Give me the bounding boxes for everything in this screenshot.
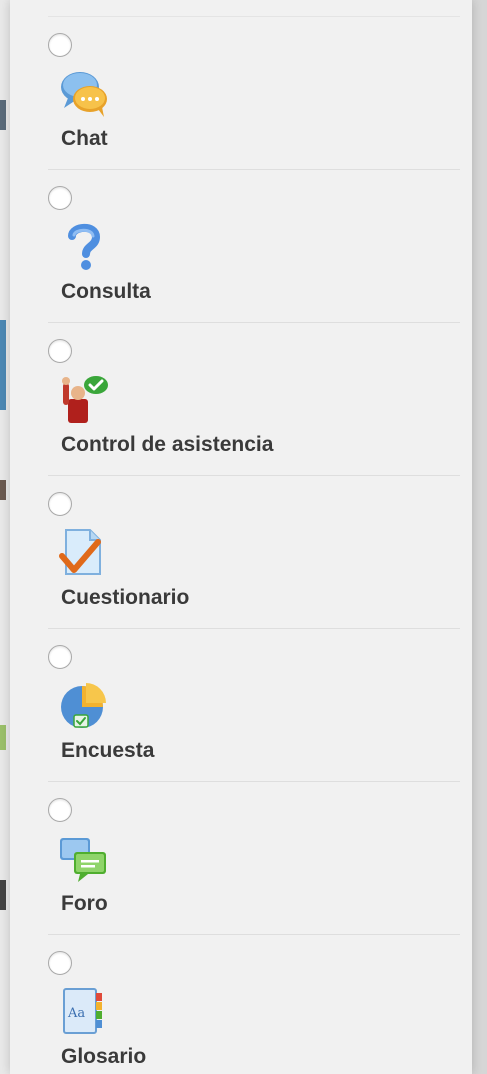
- chat-icon: [58, 67, 110, 119]
- background-fragment: [0, 100, 6, 130]
- activity-label: Foro: [61, 892, 108, 915]
- background-fragment: [0, 480, 6, 500]
- radio-button[interactable]: [48, 951, 72, 975]
- activity-label: Glosario: [61, 1045, 147, 1068]
- activity-option-encuesta[interactable]: Encuesta: [48, 629, 460, 782]
- activity-label: Encuesta: [61, 739, 155, 762]
- svg-text:Aa: Aa: [67, 1006, 85, 1021]
- glossary-book-icon: Aa: [58, 985, 110, 1037]
- radio-button[interactable]: [48, 33, 72, 57]
- radio-button[interactable]: [48, 645, 72, 669]
- activity-option-cuestionario[interactable]: Cuestionario: [48, 476, 460, 629]
- activity-option-chat[interactable]: Chat: [48, 17, 460, 170]
- activity-list: Chat Consulta Control de asistencia Cues…: [10, 17, 472, 1074]
- survey-chart-icon: [58, 679, 110, 731]
- background-fragment: [0, 725, 6, 750]
- activity-label: Chat: [61, 127, 108, 150]
- radio-button[interactable]: [48, 186, 72, 210]
- activity-option-glosario[interactable]: Aa Glosario: [48, 935, 460, 1074]
- activity-label: Cuestionario: [61, 586, 190, 609]
- activity-label: Control de asistencia: [61, 433, 274, 456]
- forum-bubbles-icon: [58, 832, 110, 884]
- background-fragment: [0, 320, 6, 410]
- activity-option-foro[interactable]: Foro: [48, 782, 460, 935]
- radio-button[interactable]: [48, 339, 72, 363]
- quiz-checkmark-icon: [58, 526, 110, 578]
- background-fragment: [0, 880, 6, 910]
- activity-option-consulta[interactable]: Consulta: [48, 170, 460, 323]
- radio-button[interactable]: [48, 798, 72, 822]
- attendance-icon: [58, 373, 110, 425]
- activity-label: Consulta: [61, 280, 151, 303]
- question-mark-icon: [58, 220, 110, 272]
- background-page-edge: [0, 0, 10, 1074]
- activity-option-control-de-asistencia[interactable]: Control de asistencia: [48, 323, 460, 476]
- radio-button[interactable]: [48, 492, 72, 516]
- activity-chooser-panel: Chat Consulta Control de asistencia Cues…: [10, 0, 472, 1074]
